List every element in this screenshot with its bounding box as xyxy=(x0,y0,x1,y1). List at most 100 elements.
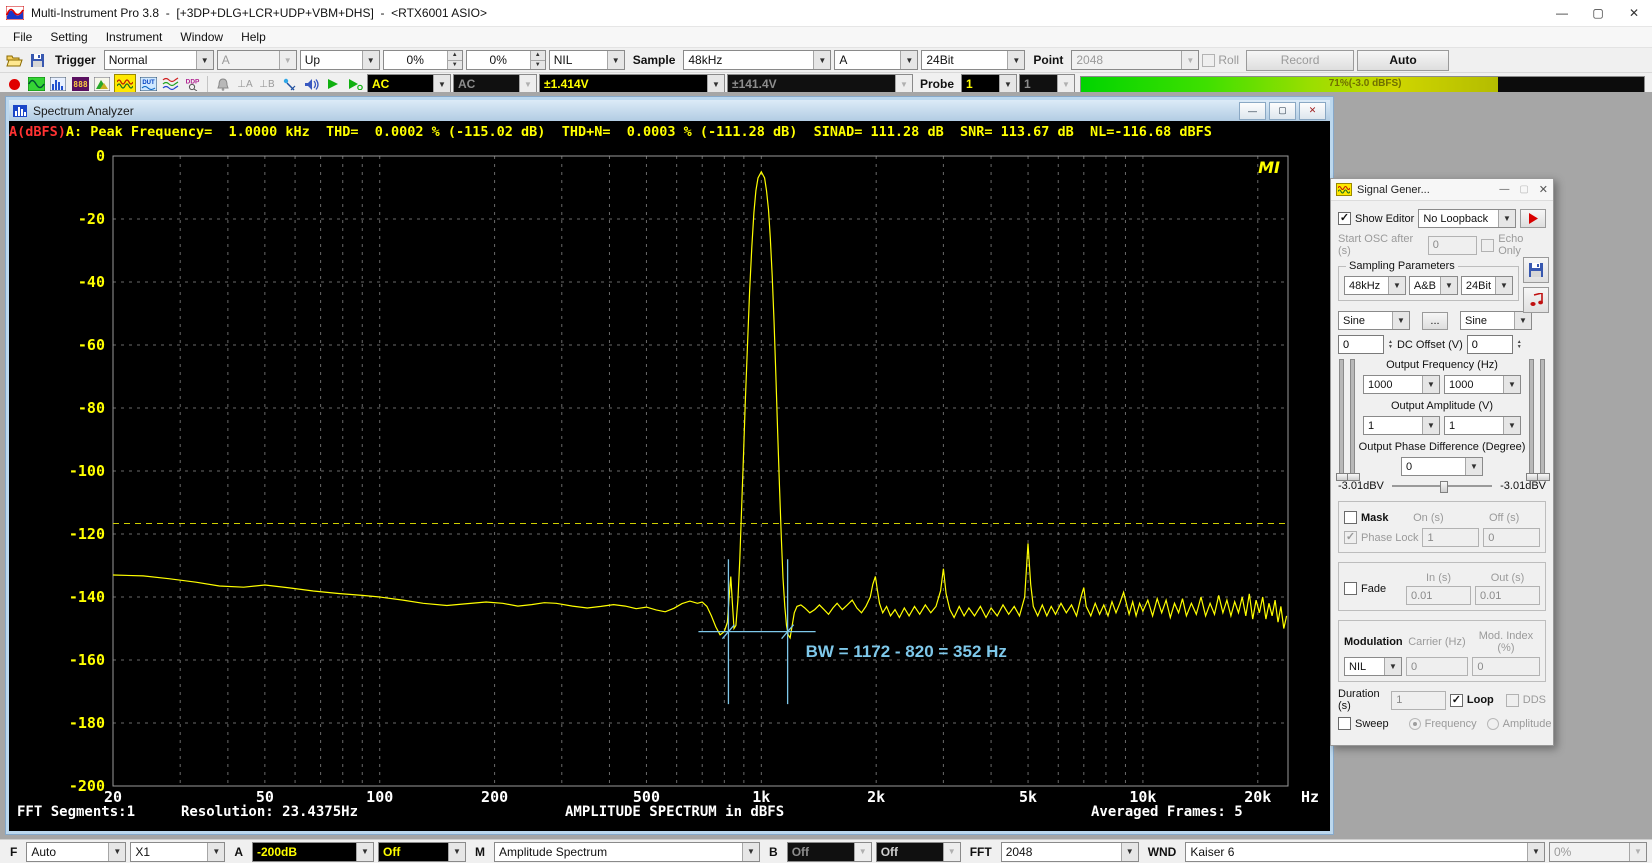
probe-a-select[interactable]: 1▼ xyxy=(961,74,1017,94)
spin-down-icon[interactable]: ▼ xyxy=(448,61,462,70)
trigger-delay-stepper[interactable]: 0% ▲▼ xyxy=(466,50,546,70)
show-editor-checkbox[interactable] xyxy=(1338,212,1351,225)
amp-slider-b[interactable] xyxy=(1540,359,1545,479)
wave-a-select[interactable]: Sine▼ xyxy=(1338,311,1410,330)
chevron-down-icon: ▼ xyxy=(1384,658,1401,675)
phase-select[interactable]: 0▼ xyxy=(1401,457,1483,476)
probe-calibration-icon[interactable] xyxy=(279,75,299,93)
modulation-type-select[interactable]: NIL▼ xyxy=(1344,657,1402,676)
run-loop-icon[interactable] xyxy=(345,75,365,93)
freq-slider-a[interactable] xyxy=(1339,359,1344,479)
run-icon[interactable] xyxy=(323,75,343,93)
spectrum-plot[interactable]: 0-20-40-60-80-100-120-140-160-180-200205… xyxy=(9,142,1330,828)
dc-a-stepper[interactable]: ▲▼ xyxy=(1388,340,1393,350)
balance-slider-handle[interactable] xyxy=(1440,481,1448,493)
spectrum-3d-icon[interactable] xyxy=(92,75,112,93)
spectrum-maximize-button[interactable]: ▢ xyxy=(1269,102,1296,120)
multi-waves-icon[interactable] xyxy=(160,75,180,93)
output-phase-label: Output Phase Difference (Degree) xyxy=(1331,441,1553,453)
bit-depth-select[interactable]: 24Bit▼ xyxy=(921,50,1025,70)
balance-slider[interactable] xyxy=(1392,485,1492,487)
app-close-button[interactable]: ✕ xyxy=(1616,0,1652,26)
y-tick-label: -120 xyxy=(69,525,105,543)
multimeter-icon[interactable]: 888 xyxy=(70,75,90,93)
hpf-select[interactable]: NIL▼ xyxy=(549,50,625,70)
freq-slider-b[interactable] xyxy=(1350,359,1355,479)
sample-channel-select[interactable]: A▼ xyxy=(834,50,918,70)
spin-down-icon[interactable]: ▼ xyxy=(531,61,545,70)
menu-instrument[interactable]: Instrument xyxy=(97,30,172,44)
spectrum-analyzer-icon[interactable] xyxy=(48,75,68,93)
loopback-select[interactable]: No Loopback▼ xyxy=(1418,209,1516,228)
spin-up-icon[interactable]: ▲ xyxy=(448,51,462,61)
freq-b-select[interactable]: 1000▼ xyxy=(1444,375,1521,394)
wave-editor-button[interactable]: ... xyxy=(1422,312,1448,330)
roll-checkbox xyxy=(1202,54,1215,67)
spectrum-titlebar[interactable]: Spectrum Analyzer — ▢ ✕ xyxy=(9,100,1330,121)
chevron-down-icon: ▼ xyxy=(900,51,917,69)
chevron-down-icon: ▼ xyxy=(1503,376,1520,393)
a-shift-select[interactable]: Off▼ xyxy=(378,842,466,862)
wave-b-select[interactable]: Sine▼ xyxy=(1460,311,1532,330)
spectrum-chart[interactable]: 0-20-40-60-80-100-120-140-160-180-200205… xyxy=(9,142,1330,828)
phase-lock-label: Phase Lock xyxy=(1361,532,1418,544)
save-icon[interactable] xyxy=(27,51,47,69)
range-a-select[interactable]: ±1.414V▼ xyxy=(539,74,725,94)
open-file-icon[interactable] xyxy=(4,51,24,69)
siggen-music-button[interactable] xyxy=(1523,287,1549,313)
dc-b-stepper[interactable]: ▲▼ xyxy=(1517,340,1522,350)
sweep-checkbox[interactable] xyxy=(1338,717,1351,730)
dut-icon[interactable]: DUT xyxy=(138,75,158,93)
menu-file[interactable]: File xyxy=(4,30,41,44)
siggen-channels-select[interactable]: A&B▼ xyxy=(1409,276,1458,295)
siggen-save-button[interactable] xyxy=(1523,257,1549,283)
menu-window[interactable]: Window xyxy=(171,30,232,44)
fft-size-select[interactable]: 2048▼ xyxy=(1001,842,1139,862)
trigger-edge-select[interactable]: Up▼ xyxy=(300,50,380,70)
auto-button[interactable]: Auto xyxy=(1357,50,1449,71)
dds-label: DDS xyxy=(1523,694,1546,706)
menu-help[interactable]: Help xyxy=(232,30,275,44)
a-range-select[interactable]: -200dB▼ xyxy=(252,842,374,862)
oscilloscope-icon[interactable] xyxy=(26,75,46,93)
svg-text:888: 888 xyxy=(73,80,88,89)
freq-a-select[interactable]: 1000▼ xyxy=(1363,375,1440,394)
amp-a-select[interactable]: 1▼ xyxy=(1363,416,1440,435)
spectrum-close-button[interactable]: ✕ xyxy=(1299,102,1326,120)
dc-offset-b-input[interactable]: 0 xyxy=(1467,335,1513,354)
loop-checkbox[interactable] xyxy=(1450,694,1463,707)
siggen-titlebar[interactable]: Signal Gener... — ▢ ✕ xyxy=(1331,179,1553,201)
spin-up-icon[interactable]: ▲ xyxy=(531,51,545,61)
mask-checkbox[interactable] xyxy=(1344,511,1357,524)
app-maximize-button[interactable]: ▢ xyxy=(1580,0,1616,26)
signal-generator-icon[interactable] xyxy=(114,74,136,94)
siggen-start-button[interactable] xyxy=(1520,209,1546,228)
amp-slider-a[interactable] xyxy=(1529,359,1534,479)
siggen-bits-select[interactable]: 24Bit▼ xyxy=(1461,276,1513,295)
sample-rate-select[interactable]: 48kHz▼ xyxy=(683,50,831,70)
display-mode-select[interactable]: Amplitude Spectrum▼ xyxy=(494,842,760,862)
output-frequency-label: Output Frequency (Hz) xyxy=(1331,359,1553,371)
siggen-close-button[interactable]: ✕ xyxy=(1539,183,1548,196)
siggen-maximize-button[interactable]: ▢ xyxy=(1519,184,1528,195)
record-icon[interactable] xyxy=(4,75,24,93)
spectrum-minimize-button[interactable]: — xyxy=(1239,102,1266,120)
trigger-level-stepper[interactable]: 0% ▲▼ xyxy=(383,50,463,70)
amp-b-select[interactable]: 1▼ xyxy=(1444,416,1521,435)
app-minimize-button[interactable]: — xyxy=(1544,0,1580,26)
dc-offset-a-input[interactable]: 0 xyxy=(1338,335,1384,354)
chevron-down-icon: ▼ xyxy=(895,75,912,93)
window-function-select[interactable]: Kaiser 6▼ xyxy=(1185,842,1545,862)
siggen-rate-select[interactable]: 48kHz▼ xyxy=(1344,276,1406,295)
x-tick-label: 100 xyxy=(366,788,393,806)
coupling-b-select: AC▼ xyxy=(453,74,537,94)
freq-axis-select[interactable]: Auto▼ xyxy=(26,842,126,862)
siggen-minimize-button[interactable]: — xyxy=(1499,184,1509,195)
ddp-viewer-icon[interactable]: DDP xyxy=(182,75,202,93)
fade-checkbox[interactable] xyxy=(1344,582,1357,595)
trigger-mode-select[interactable]: Normal▼ xyxy=(104,50,214,70)
menu-setting[interactable]: Setting xyxy=(41,30,96,44)
zoom-select[interactable]: X1▼ xyxy=(130,842,225,862)
sound-output-icon[interactable] xyxy=(301,75,321,93)
coupling-a-select[interactable]: AC▼ xyxy=(367,74,451,94)
